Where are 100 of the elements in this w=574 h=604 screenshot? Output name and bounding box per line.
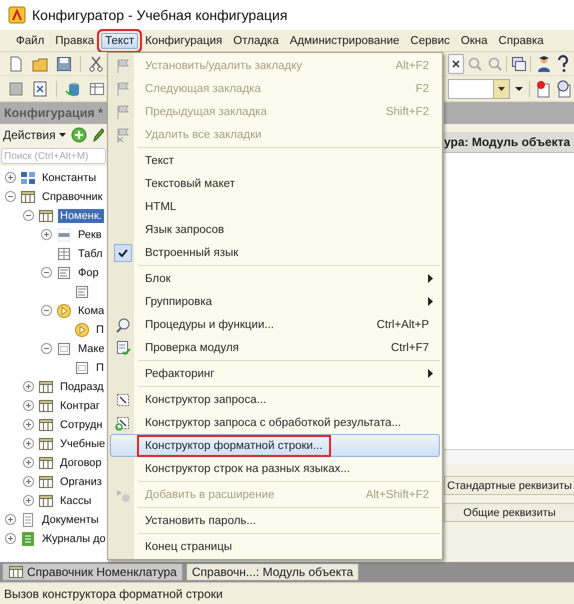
- menu-item-label: Группировка: [144, 294, 214, 310]
- tree-item[interactable]: Рекв: [76, 228, 104, 242]
- menu-item[interactable]: Отладка: [229, 32, 283, 48]
- expand-icon[interactable]: [23, 400, 34, 411]
- collapse-icon[interactable]: [5, 191, 16, 202]
- close-button[interactable]: [448, 54, 464, 74]
- menu-item[interactable]: Язык запросов: [110, 218, 440, 241]
- expand-icon[interactable]: [23, 419, 34, 430]
- help-page-icon[interactable]: [556, 80, 572, 98]
- menu-item-label: Текст: [144, 154, 175, 168]
- collapse-icon[interactable]: [41, 305, 52, 316]
- page-icon[interactable]: [8, 80, 24, 96]
- menu-item[interactable]: Процедуры и функции... Ctrl+Alt+P: [110, 313, 440, 336]
- menu-item-label: Конструктор запроса с обработкой результата...: [144, 416, 402, 430]
- tree-item[interactable]: Подразд: [58, 380, 106, 394]
- caret-icon[interactable]: [515, 86, 524, 92]
- menu-item-label: Предыдущая закладка: [144, 104, 268, 120]
- expand-icon[interactable]: [5, 172, 16, 183]
- menu-item-label: Следующая закладка: [144, 82, 262, 96]
- menu-item[interactable]: Конструктор строк на разных языках...: [110, 457, 440, 480]
- tree-item[interactable]: Контраг: [58, 398, 102, 412]
- catalog-icon: [38, 416, 54, 432]
- shortcut-label: Ctrl+F7: [390, 342, 429, 354]
- database-icon[interactable]: [65, 80, 81, 96]
- menu-item[interactable]: Файл: [12, 32, 48, 48]
- pencil-icon[interactable]: [92, 127, 104, 143]
- breakpoint-icon[interactable]: [534, 80, 551, 98]
- expand-icon[interactable]: [23, 457, 34, 468]
- compare-icon[interactable]: [32, 80, 48, 96]
- menu-item[interactable]: Справка: [494, 32, 548, 48]
- menu-item[interactable]: Встроенный язык: [110, 241, 440, 264]
- search-field[interactable]: Поиск (Ctrl+Alt+M): [1, 148, 106, 164]
- tree-item[interactable]: Договор: [58, 456, 104, 470]
- attributes-button[interactable]: Общие реквизиты: [444, 503, 574, 522]
- document-icon[interactable]: [8, 56, 24, 72]
- window-tab[interactable]: Справочн...: Модуль объекта: [186, 563, 360, 581]
- tree-item[interactable]: Табл: [76, 246, 105, 260]
- tree-item[interactable]: Справочник: [40, 190, 104, 204]
- menu-item[interactable]: HTML: [110, 195, 440, 218]
- folder-icon[interactable]: [32, 56, 48, 72]
- menu-item[interactable]: Текстовый макет: [110, 172, 440, 195]
- tree-item[interactable]: П: [94, 322, 106, 336]
- document-icon: [20, 512, 36, 528]
- catalog-icon: [8, 564, 24, 580]
- menu-item[interactable]: Администрирование: [286, 32, 404, 48]
- menu-item[interactable]: Конфигурация: [141, 32, 226, 48]
- tree-item[interactable]: Маке: [76, 342, 106, 356]
- journal-icon: [20, 530, 36, 546]
- collapse-icon[interactable]: [41, 267, 52, 278]
- tree-item[interactable]: Учебные: [58, 436, 108, 450]
- table-icon[interactable]: [89, 80, 105, 96]
- add-icon[interactable]: [70, 127, 87, 143]
- tree-item[interactable]: Сотрудн: [58, 418, 104, 432]
- tree-item[interactable]: Организ: [58, 474, 104, 488]
- menu-item-label: Блок: [144, 272, 172, 286]
- tree-item[interactable]: П: [94, 360, 106, 374]
- window-tab[interactable]: Справочник Номенклатура: [2, 563, 183, 581]
- collapse-icon[interactable]: [41, 343, 52, 354]
- expand-icon[interactable]: [23, 495, 34, 506]
- menu-item[interactable]: Установить пароль...: [110, 509, 440, 532]
- save-icon[interactable]: [56, 56, 72, 72]
- actions-button[interactable]: Действия: [3, 128, 66, 142]
- menu-item[interactable]: Конструктор форматной строки...: [110, 434, 440, 457]
- tree-item[interactable]: Журналы до: [40, 532, 108, 546]
- menu-item[interactable]: Конструктор запроса с обработкой результата...: [110, 411, 440, 434]
- tree-item[interactable]: Константы: [40, 170, 98, 184]
- expand-icon[interactable]: [23, 476, 34, 487]
- tree-item[interactable]: Фор: [76, 266, 101, 280]
- menu-item[interactable]: Группировка: [110, 290, 440, 313]
- submenu-arrow-icon: [428, 369, 433, 378]
- menu-item[interactable]: Сервис: [406, 32, 454, 48]
- expand-icon[interactable]: [23, 381, 34, 392]
- menu-item[interactable]: Рефакторинг: [110, 362, 440, 385]
- menu-item[interactable]: Проверка модуля Ctrl+F7: [110, 336, 440, 359]
- collapse-icon[interactable]: [23, 210, 34, 221]
- expand-icon[interactable]: [5, 514, 16, 525]
- menu-item[interactable]: Конец страницы: [110, 535, 440, 558]
- tree-item[interactable]: Кассы: [58, 494, 94, 508]
- catalog-icon: [38, 436, 54, 452]
- tree-item[interactable]: Документы: [40, 512, 101, 526]
- windows-icon[interactable]: [510, 56, 527, 72]
- combo-field[interactable]: [448, 78, 510, 98]
- expand-icon[interactable]: [5, 533, 16, 544]
- command-icon: [74, 322, 90, 338]
- menu-item[interactable]: Конструктор запроса...: [110, 388, 440, 411]
- menu-item[interactable]: Окна: [456, 32, 492, 48]
- menu-item[interactable]: Текст: [110, 149, 440, 172]
- attributes-button[interactable]: Стандартные реквизиты: [444, 476, 574, 495]
- menu-item[interactable]: Блок: [110, 267, 440, 290]
- scissors-icon[interactable]: [89, 56, 103, 72]
- shortcut-label: Shift+F2: [386, 106, 429, 118]
- expand-icon[interactable]: [23, 438, 34, 449]
- tree-item[interactable]: Номенк.: [58, 208, 104, 222]
- menu-item-label: Встроенный язык: [144, 246, 240, 260]
- menu-item[interactable]: Правка: [51, 32, 98, 48]
- menu-item-label: Конец страницы: [144, 540, 234, 554]
- catalog-icon: [38, 208, 54, 224]
- menu-item-label: Удалить все закладки: [144, 128, 263, 142]
- tree-item[interactable]: Кома: [76, 304, 106, 318]
- expand-icon[interactable]: [41, 229, 52, 240]
